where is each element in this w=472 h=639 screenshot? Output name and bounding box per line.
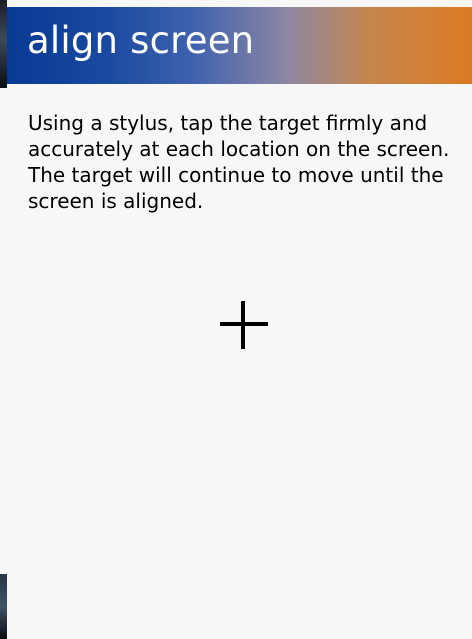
- page-title: align screen: [27, 19, 255, 62]
- title-bar: align screen: [7, 7, 472, 84]
- crosshair-target-svg: [220, 301, 268, 349]
- left-edge-bottom-fragment: [0, 574, 7, 639]
- align-screen-window: align screen Using a stylus, tap the tar…: [0, 0, 472, 639]
- crosshair-target-icon[interactable]: [219, 300, 269, 350]
- instructions-text: Using a stylus, tap the target firmly an…: [28, 111, 450, 213]
- left-edge-strip: [0, 0, 7, 639]
- left-edge-top-fragment: [0, 0, 7, 88]
